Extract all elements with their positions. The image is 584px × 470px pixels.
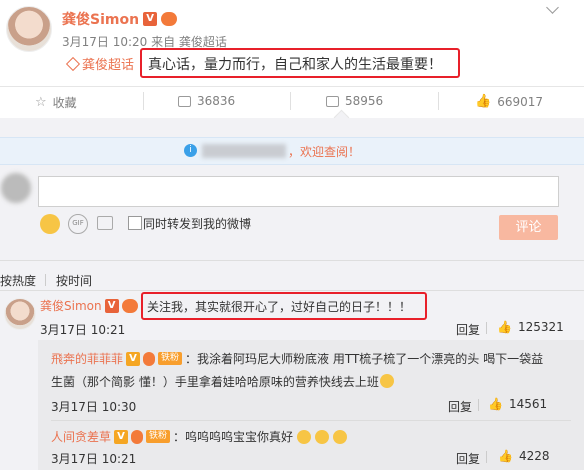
topic-tag-label: 龚俊超话: [82, 58, 135, 73]
verified-icon: V: [114, 429, 129, 444]
post-text-box: 真心话，量力而行，自己和家人的生活最重要！: [140, 48, 460, 78]
reply-button[interactable]: 回复: [456, 450, 480, 467]
collect-button[interactable]: ☆ 收藏: [35, 94, 77, 111]
fan-badge: 铁粉: [146, 430, 171, 443]
author-name[interactable]: 龚俊Simon: [62, 9, 139, 29]
verified-icon: V: [126, 351, 141, 366]
reply-time: 3月17日 10:30: [51, 400, 137, 414]
topic-tag[interactable]: 龚俊超话: [65, 54, 135, 73]
sort-tab-separator: [45, 274, 46, 286]
member-icon: [161, 12, 178, 26]
member-icon: [131, 429, 144, 444]
comment-text-box: 关注我，其实就很开心了，过好自己的日子！！！: [141, 292, 427, 320]
emoji-icon[interactable]: [40, 214, 60, 234]
reply-text: ：呜呜呜呜宝宝你真好: [173, 430, 294, 444]
sort-time-tab[interactable]: 按时间: [56, 272, 92, 289]
member-icon: [121, 298, 138, 313]
sort-hot-tab[interactable]: 按热度: [0, 272, 36, 289]
reply-like-button[interactable]: 👍 4228: [498, 449, 550, 463]
comment-author-row: 龚俊Simon V: [40, 297, 138, 314]
image-icon[interactable]: [97, 216, 113, 230]
divider-v2: [290, 92, 291, 110]
reply-like-button[interactable]: 👍 14561: [488, 397, 547, 411]
comment-icon: [326, 95, 339, 107]
reply-divider-v: [478, 399, 479, 411]
like-count: 669017: [497, 94, 543, 109]
crying-emoji-icon: [315, 429, 330, 444]
reply-author[interactable]: 人间贪差草: [51, 428, 111, 445]
thumb-up-icon: 👍: [497, 320, 512, 334]
submit-label: 评论: [515, 220, 542, 235]
reply-button[interactable]: 回复: [456, 321, 480, 338]
comment-like-count: 125321: [517, 320, 564, 334]
crying-emoji-icon: [297, 429, 312, 444]
thumb-up-icon: 👍: [475, 94, 492, 109]
post-text: 真心话，量力而行，自己和家人的生活最重要！: [148, 57, 442, 73]
reply-author[interactable]: 飛奔的菲菲菲: [51, 350, 123, 367]
notice-text: ，欢迎查阅！: [288, 145, 361, 159]
reply-like-count: 14561: [508, 397, 548, 411]
crying-emoji-icon: [333, 429, 348, 444]
author-name-row: 龚俊Simon V: [62, 9, 178, 29]
blurred-text: [202, 144, 286, 158]
repost-button[interactable]: 36836: [178, 94, 235, 108]
member-icon: [143, 351, 156, 366]
comment-divider-v: [486, 322, 487, 334]
heart-eyes-emoji-icon: [379, 374, 394, 388]
repost-count: 36836: [197, 94, 236, 108]
comment-input[interactable]: [38, 176, 559, 207]
divider-sort: [0, 260, 584, 261]
reply-text-line1: ：我涂着阿玛尼大师粉底液 用TT梳子梳了一个漂亮的头 喝下一袋益: [185, 352, 544, 366]
info-icon: i: [184, 144, 197, 157]
author-avatar[interactable]: [6, 6, 52, 52]
notice-bar: i ，欢迎查阅！: [0, 137, 584, 165]
verified-icon: V: [143, 12, 158, 26]
star-icon: ☆: [35, 95, 47, 110]
reply-divider-v: [486, 451, 487, 463]
reply-divider: [51, 420, 571, 421]
repost-checkbox-label: 同时转发到我的微博: [143, 217, 252, 231]
like-button[interactable]: 👍 669017: [475, 94, 543, 109]
reply-line-1: 飛奔的菲菲菲 V 铁粉 ：我涂着阿玛尼大师粉底液 用TT梳子梳了一个漂亮的头 喝…: [51, 350, 543, 367]
comment-time: 3月17日 10:21: [40, 323, 126, 337]
collect-label: 收藏: [52, 96, 77, 110]
divider-sort-bottom: [0, 290, 584, 291]
comment-author[interactable]: 龚俊Simon: [40, 297, 102, 314]
diamond-icon: [65, 56, 81, 71]
comment-text: 关注我，其实就很开心了，过好自己的日子！！！: [147, 300, 412, 314]
divider-top: [0, 86, 584, 87]
reply-line-3: 人间贪差草 V 铁粉 ：呜呜呜呜宝宝你真好: [51, 428, 348, 445]
repost-icon: [178, 95, 191, 107]
divider-v1: [143, 92, 144, 110]
reply-line-2: 生菌（那个简影 懂！）手里拿着娃哈哈原味的营养快线去上班: [51, 373, 394, 390]
comment-count: 58956: [345, 94, 384, 108]
repost-checkbox[interactable]: [128, 216, 142, 230]
verified-icon: V: [104, 298, 119, 313]
gif-icon[interactable]: GIF: [68, 214, 88, 234]
my-avatar: [0, 172, 32, 204]
comment-button[interactable]: 58956: [326, 94, 383, 108]
reply-text-line2: 生菌（那个简影 懂！）手里拿着娃哈哈原味的营养快线去上班: [51, 375, 379, 389]
comment-avatar[interactable]: [4, 298, 36, 330]
reply-time: 3月17日 10:21: [51, 452, 137, 466]
reply-like-count: 4228: [518, 449, 550, 463]
thumb-up-icon: 👍: [488, 397, 503, 411]
thumb-up-icon: 👍: [498, 449, 513, 463]
reply-button[interactable]: 回复: [448, 398, 472, 415]
divider-v3: [438, 92, 439, 110]
submit-comment-button[interactable]: 评论: [499, 215, 558, 240]
more-chevron-icon[interactable]: [546, 1, 559, 14]
comment-like-button[interactable]: 👍 125321: [497, 320, 564, 334]
fan-badge: 铁粉: [158, 352, 183, 365]
